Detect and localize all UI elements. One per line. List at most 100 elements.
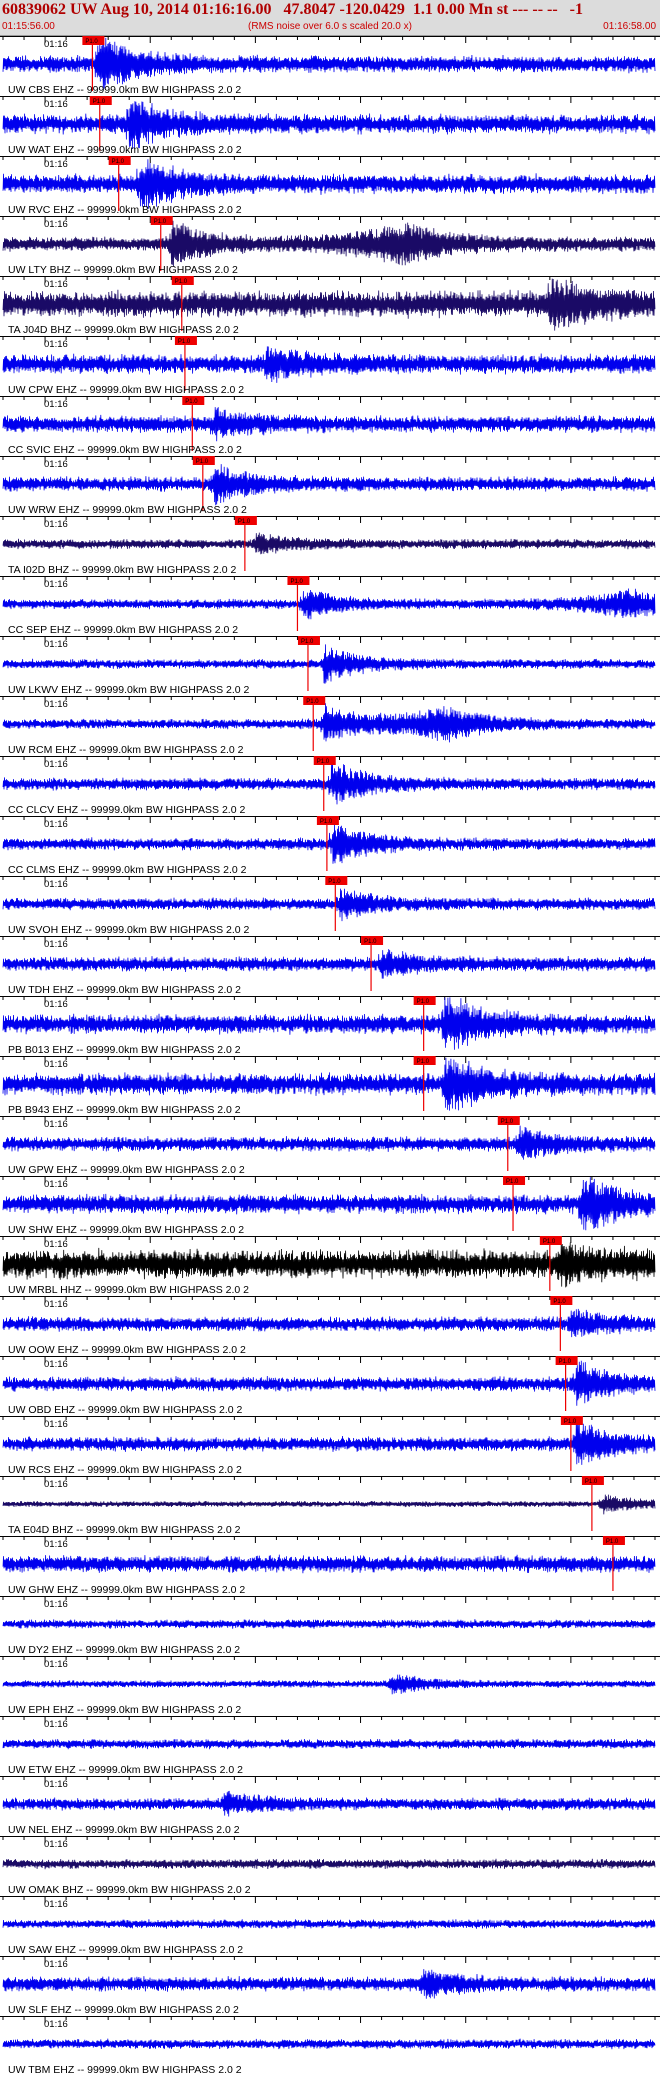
minute-label: 01:16: [44, 2019, 68, 2030]
channel-row: 01:16 P1.0 UW TDH EHZ -- 99999.0km BW HIGH…: [0, 936, 660, 996]
waveform-trace: [2, 703, 656, 743]
channel-row: 01:16 P1.0 CC CLMS EHZ -- 99999.0km BW HIG…: [0, 816, 660, 876]
waveform-trace: [2, 37, 656, 91]
channel-row: 01:16 UW EPH EHZ -- 99999.0km BW HIGHPASS…: [0, 1656, 660, 1716]
waveform-trace: [2, 1494, 656, 1515]
channel-row: 01:16 P1.0 UW LTY BHZ -- 99999.0km BW HIGH…: [0, 216, 660, 276]
minute-label: 01:16: [44, 1119, 68, 1130]
p-pick-label: P1.0: [564, 1419, 577, 1425]
channel-row: 01:16 UW OMAK BHZ -- 99999.0km BW HIGHPAS…: [0, 1836, 660, 1896]
waveform-trace: [2, 1790, 656, 1817]
p-pick-label: P1.0: [85, 39, 98, 45]
waveform-trace: [2, 1421, 656, 1465]
minute-label: 01:16: [44, 639, 68, 650]
channel-label: UW LKWV EHZ -- 99999.0km BW HIGHPASS 2.0…: [8, 684, 250, 696]
minute-label: 01:16: [44, 159, 68, 170]
p-pick-label: P1.0: [290, 579, 303, 585]
channel-row: 01:16 P1.0 UW SHW EHZ -- 99999.0km BW HIGH…: [0, 1176, 660, 1236]
p-pick-label: P1.0: [501, 1119, 514, 1125]
minute-label: 01:16: [44, 219, 68, 230]
channel-label: UW SHW EHZ -- 99999.0km BW HIGHPASS 2.0 …: [8, 1224, 244, 1236]
channel-label: UW OMAK BHZ -- 99999.0km BW HIGHPASS 2.0…: [8, 1884, 251, 1896]
minute-label: 01:16: [44, 1539, 68, 1550]
minute-label: 01:16: [44, 279, 68, 290]
waveform-trace: [2, 949, 656, 979]
minute-label: 01:16: [44, 1899, 68, 1910]
p-pick-label: P1.0: [320, 819, 333, 825]
channel-label: CC CLMS EHZ -- 99999.0km BW HIGHPASS 2.0…: [8, 864, 247, 876]
channel-row: 01:16 P1.0 UW WAT EHZ -- 99999.0km BW HIGH…: [0, 96, 660, 156]
channel-row: 01:16 UW DY2 EHZ -- 99999.0km BW HIGHPASS…: [0, 1596, 660, 1656]
minute-label: 01:16: [44, 1059, 68, 1070]
channel-row: 01:16 P1.0 UW MRBL HHZ -- 99999.0km BW HIG…: [0, 1236, 660, 1296]
minute-label: 01:16: [44, 1779, 68, 1790]
channel-label: UW SVOH EHZ -- 99999.0km BW HIGHPASS 2.0…: [8, 924, 250, 936]
channel-row: 01:16 P1.0 CC CLCV EHZ -- 99999.0km BW HIG…: [0, 756, 660, 816]
waveform-trace: [2, 2038, 656, 2050]
channel-row: 01:16 P1.0 TA J04D BHZ -- 99999.0km BW HIG…: [0, 276, 660, 336]
channel-label: UW MRBL HHZ -- 99999.0km BW HIGHPASS 2.0…: [8, 1284, 249, 1296]
window-end-time: 01:16:58.00: [603, 21, 656, 32]
waveform-trace: [2, 407, 656, 442]
channel-label: UW OBD EHZ -- 99999.0km BW HIGHPASS 2.0 …: [8, 1404, 243, 1416]
event-title: 60839062 UW Aug 10, 2014 01:16:16.00 47.…: [2, 1, 583, 18]
channel-label: UW TBM EHZ -- 99999.0km BW HIGHPASS 2.0 …: [8, 2064, 242, 2076]
minute-label: 01:16: [44, 579, 68, 590]
channel-row: 01:16 P1.0 UW SVOH EHZ -- 99999.0km BW HIG…: [0, 876, 660, 936]
waveform-trace: [2, 1969, 656, 1999]
channel-row: 01:16 UW SAW EHZ -- 99999.0km BW HIGHPASS…: [0, 1896, 660, 1956]
channel-label: TA J04D BHZ -- 99999.0km BW HIGHPASS 2.0…: [8, 324, 239, 336]
minute-label: 01:16: [44, 399, 68, 410]
waveform-trace: [2, 1308, 656, 1338]
waveform-trace: [2, 1919, 656, 1929]
channel-row: 01:16 P1.0 UW OOW EHZ -- 99999.0km BW HIGH…: [0, 1296, 660, 1356]
waveform-trace: [2, 1360, 656, 1406]
channel-row: 01:16 P1.0 UW GHW EHZ -- 99999.0km BW HIGH…: [0, 1536, 660, 1596]
p-pick-label: P1.0: [196, 459, 209, 465]
waveform-trace: [2, 1554, 656, 1574]
p-pick-label: P1.0: [417, 1059, 430, 1065]
waveform-trace: [2, 824, 656, 864]
minute-label: 01:16: [44, 759, 68, 770]
channel-row: 01:16 P1.0 UW GPW EHZ -- 99999.0km BW HIGH…: [0, 1116, 660, 1176]
p-pick-label: P1.0: [553, 1299, 566, 1305]
minute-label: 01:16: [44, 1959, 68, 1970]
channel-label: UW CPW EHZ -- 99999.0km BW HIGHPASS 2.0 …: [8, 384, 244, 396]
minute-label: 01:16: [44, 99, 68, 110]
channel-row: 01:16 UW ETW EHZ -- 99999.0km BW HIGHPASS…: [0, 1716, 660, 1776]
channel-row: 01:16 P1.0 UW LKWV EHZ -- 99999.0km BW HIG…: [0, 636, 660, 696]
channel-label: PB B013 EHZ -- 99999.0km BW HIGHPASS 2.0…: [8, 1044, 241, 1056]
waveform-trace: [2, 1057, 656, 1111]
p-pick-label: P1.0: [154, 219, 167, 225]
waveform-trace: [2, 278, 656, 331]
minute-label: 01:16: [44, 1839, 68, 1850]
channel-label: TA I02D BHZ -- 99999.0km BW HIGHPASS 2.0…: [8, 564, 237, 576]
p-pick-label: P1.0: [301, 639, 314, 645]
channel-row: 01:16 P1.0 UW CBS EHZ -- 99999.0km BW HIGH…: [0, 36, 660, 96]
waveform-trace: [2, 159, 656, 209]
channel-label: UW WAT EHZ -- 99999.0km BW HIGHPASS 2.0 …: [8, 144, 242, 156]
waveform-trace: [2, 1242, 656, 1288]
p-pick-label: P1.0: [93, 99, 106, 105]
channel-label: UW ETW EHZ -- 99999.0km BW HIGHPASS 2.0 …: [8, 1764, 243, 1776]
p-pick-label: P1.0: [317, 759, 330, 765]
waveform-trace: [2, 532, 656, 555]
channel-label: UW CBS EHZ -- 99999.0km BW HIGHPASS 2.0 …: [8, 84, 241, 96]
channel-row: 01:16 P1.0 PB B943 EHZ -- 99999.0km BW HIG…: [0, 1056, 660, 1116]
scaling-note: (RMS noise over 6.0 s scaled 20.0 x): [248, 21, 412, 32]
minute-label: 01:16: [44, 939, 68, 950]
channel-row: 01:16 P1.0 CC SVIC EHZ -- 99999.0km BW HIG…: [0, 396, 660, 456]
p-pick-label: P1.0: [306, 699, 319, 705]
channel-label: UW RCM EHZ -- 99999.0km BW HIGHPASS 2.0 …: [8, 744, 244, 756]
p-pick-label: P1.0: [328, 879, 341, 885]
minute-label: 01:16: [44, 1239, 68, 1250]
minute-label: 01:16: [44, 1359, 68, 1370]
channel-row: 01:16 P1.0 CC SEP EHZ -- 99999.0km BW HIGH…: [0, 576, 660, 636]
minute-label: 01:16: [44, 459, 68, 470]
channel-label: PB B943 EHZ -- 99999.0km BW HIGHPASS 2.0…: [8, 1104, 241, 1116]
p-pick-label: P1.0: [238, 519, 251, 525]
p-pick-label: P1.0: [364, 939, 377, 945]
waveform-trace: [2, 888, 656, 922]
channel-label: UW GHW EHZ -- 99999.0km BW HIGHPASS 2.0 …: [8, 1584, 245, 1596]
channel-row: 01:16 UW NEL EHZ -- 99999.0km BW HIGHPASS…: [0, 1776, 660, 1836]
